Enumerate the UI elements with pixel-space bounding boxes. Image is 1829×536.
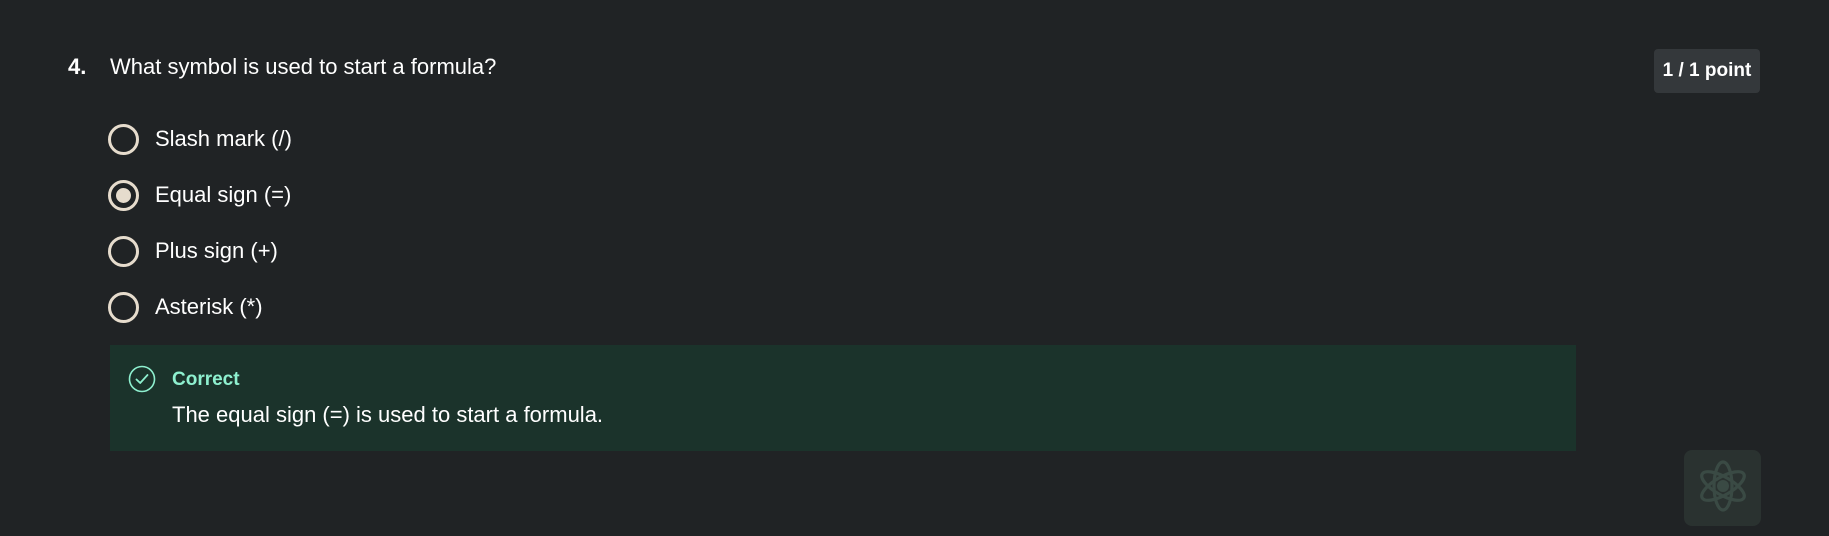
radio-button[interactable] xyxy=(108,291,139,323)
option-asterisk[interactable]: Asterisk (*) xyxy=(108,291,263,323)
option-label: Asterisk (*) xyxy=(155,294,263,319)
coach-assistant-button[interactable] xyxy=(1684,450,1761,526)
option-equal-sign[interactable]: Equal sign (=) xyxy=(108,179,291,211)
radio-button-selected[interactable] xyxy=(108,179,139,211)
feedback-status: Correct xyxy=(172,369,240,390)
question-text: What symbol is used to start a formula? xyxy=(110,54,497,79)
option-plus-sign[interactable]: Plus sign (+) xyxy=(108,235,278,267)
radio-button[interactable] xyxy=(108,235,139,267)
coach-logo-icon xyxy=(1693,456,1753,521)
radio-button[interactable] xyxy=(108,123,139,155)
check-circle-icon xyxy=(128,365,156,393)
feedback-panel: Correct The equal sign (=) is used to st… xyxy=(110,345,1576,451)
option-label: Equal sign (=) xyxy=(155,182,292,207)
option-label: Slash mark (/) xyxy=(155,126,292,151)
question-number: 4. xyxy=(68,54,87,79)
option-slash-mark[interactable]: Slash mark (/) xyxy=(108,123,292,155)
feedback-message: The equal sign (=) is used to start a fo… xyxy=(172,402,604,427)
option-label: Plus sign (+) xyxy=(155,238,278,263)
points-badge: 1 / 1 point xyxy=(1654,49,1760,93)
